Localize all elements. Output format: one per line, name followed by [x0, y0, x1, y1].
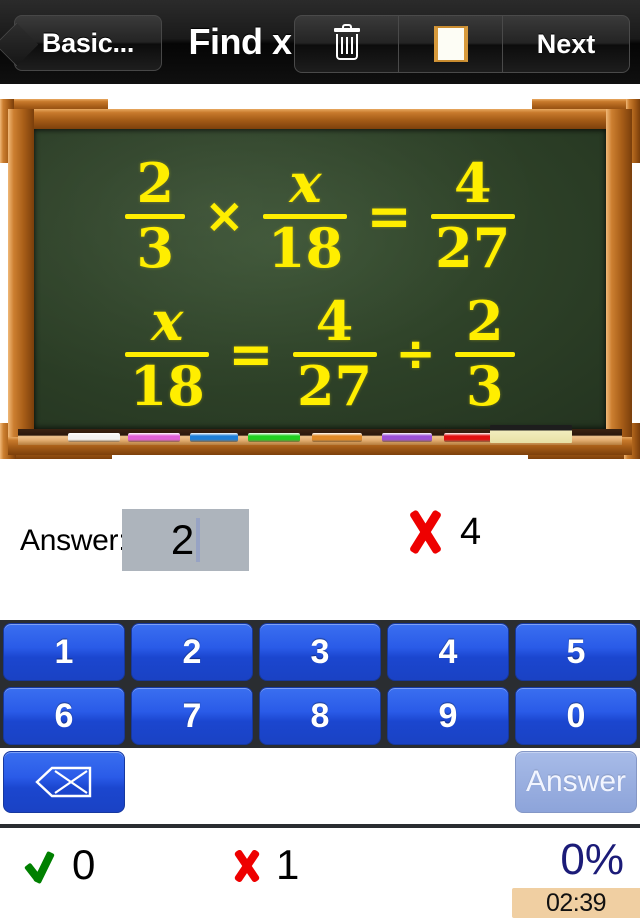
timer-badge: 02:39 [512, 888, 640, 918]
board-button[interactable] [399, 16, 503, 72]
key-label: 5 [566, 632, 586, 671]
operator-multiply: × [204, 188, 245, 244]
key-label: 7 [182, 696, 202, 735]
chalkboard-frame: 2 3 × x 18 = 4 27 x 18 = 4 27 ÷ 2 3 [0, 93, 640, 473]
key-label: 0 [566, 696, 586, 735]
fraction-numerator: 2 [136, 150, 175, 215]
eraser[interactable] [490, 425, 572, 443]
key-0[interactable]: 0 [515, 687, 637, 745]
fraction-numerator: 2 [465, 288, 504, 353]
key-8[interactable]: 8 [259, 687, 381, 745]
fraction-numerator: x [289, 150, 322, 215]
key-label: 1 [54, 632, 74, 671]
back-button-label: Basic... [41, 27, 135, 58]
equation-line-2: x 18 = 4 27 ÷ 2 3 [34, 289, 606, 419]
clear-button[interactable] [295, 16, 399, 72]
fraction: 4 27 [292, 288, 377, 418]
result-feedback: 4 [404, 509, 481, 555]
key-4[interactable]: 4 [387, 623, 509, 681]
keypad-row-1: 1 2 3 4 5 [0, 620, 640, 684]
chalk-piece-magenta[interactable] [128, 433, 180, 442]
fraction-denominator: 18 [267, 216, 344, 280]
x-mark-icon [404, 509, 446, 555]
operator-equals: = [366, 184, 412, 248]
board-icon [433, 26, 468, 62]
wrong-count: 1 [276, 841, 300, 888]
navigation-bar: Basic... Find x Next [0, 0, 640, 84]
key-9[interactable]: 9 [387, 687, 509, 745]
keypad-row-2: 6 7 8 9 0 [0, 684, 640, 748]
chalk-piece-white[interactable] [68, 433, 120, 442]
equation-line-1: 2 3 × x 18 = 4 27 [34, 151, 606, 281]
chalkboard-panel: 2 3 × x 18 = 4 27 x 18 = 4 27 ÷ 2 3 [0, 84, 640, 484]
fraction: x 18 [263, 150, 348, 280]
fraction: x 18 [125, 288, 210, 418]
keypad-spacer [128, 751, 512, 813]
key-label: 6 [54, 696, 74, 735]
fraction-numerator: x [151, 288, 184, 353]
x-mark-icon [230, 845, 264, 885]
operator-equals: = [228, 322, 274, 386]
keypad-row-3: Answer [0, 748, 640, 824]
key-5[interactable]: 5 [515, 623, 637, 681]
chalk-piece-blue[interactable] [190, 433, 238, 442]
text-caret [196, 518, 201, 562]
fraction-denominator: 3 [136, 216, 175, 280]
fraction-denominator: 27 [296, 354, 373, 418]
fraction: 2 3 [454, 288, 515, 418]
key-label: 9 [438, 696, 458, 735]
fraction-denominator: 18 [129, 354, 205, 418]
score-percent: 0% [560, 835, 624, 884]
correct-count: 0 [72, 841, 96, 888]
wrong-counter: 1 [230, 844, 299, 886]
answer-input-value: 2 [170, 516, 195, 563]
chalkboard-surface: 2 3 × x 18 = 4 27 x 18 = 4 27 ÷ 2 3 [34, 129, 606, 429]
backspace-button[interactable] [3, 751, 125, 813]
next-button[interactable]: Next [503, 16, 629, 72]
correct-counter: 0 [23, 841, 96, 888]
key-label: 4 [438, 632, 458, 671]
chalk-piece-purple[interactable] [382, 433, 432, 442]
key-3[interactable]: 3 [259, 623, 381, 681]
answer-label: Answer: [20, 524, 127, 557]
fraction-denominator: 27 [435, 216, 511, 280]
backspace-icon [35, 765, 93, 799]
fraction-numerator: 4 [315, 288, 354, 353]
correct-answer-value: 4 [460, 510, 482, 553]
numeric-keypad: 1 2 3 4 5 6 7 8 9 0 Answer [0, 620, 640, 828]
fraction: 2 3 [125, 150, 186, 280]
key-2[interactable]: 2 [131, 623, 253, 681]
show-answer-label: Answer [525, 765, 627, 798]
chalk-piece-red[interactable] [444, 433, 496, 442]
fraction-numerator: 4 [453, 150, 492, 215]
operator-divide: ÷ [395, 326, 436, 382]
key-label: 8 [310, 696, 330, 735]
frame-top [8, 109, 632, 129]
next-button-label: Next [536, 28, 596, 59]
navbar-button-group: Next [294, 15, 630, 73]
trash-icon [333, 24, 360, 60]
key-1[interactable]: 1 [3, 623, 125, 681]
key-6[interactable]: 6 [3, 687, 125, 745]
page-title: Find x [188, 21, 293, 62]
chalk-piece-orange[interactable] [312, 433, 362, 442]
show-answer-button[interactable]: Answer [515, 751, 637, 813]
answer-input[interactable]: 2 [122, 509, 249, 571]
back-button[interactable]: Basic... [14, 15, 162, 71]
check-icon [23, 845, 60, 885]
chalk-piece-green[interactable] [248, 433, 300, 442]
status-bar: 0 1 0% 02:39 [0, 828, 640, 920]
key-label: 3 [310, 632, 330, 671]
key-7[interactable]: 7 [131, 687, 253, 745]
frame-right [606, 109, 632, 455]
frame-left [8, 109, 34, 455]
fraction: 4 27 [430, 150, 515, 280]
key-label: 2 [182, 632, 202, 671]
fraction-denominator: 3 [465, 354, 504, 418]
timer-value: 02:39 [545, 888, 607, 917]
answer-area: Answer: 2 4 [0, 484, 640, 620]
